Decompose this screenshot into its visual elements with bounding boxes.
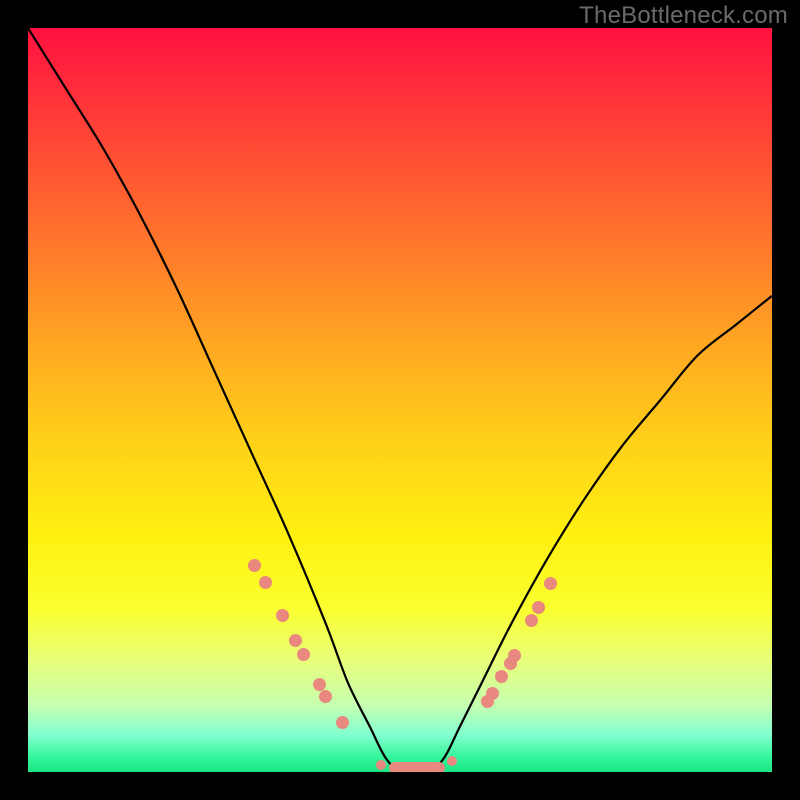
data-marker <box>259 576 272 589</box>
data-marker <box>544 577 557 590</box>
bottleneck-curve <box>28 28 772 772</box>
chart-frame: TheBottleneck.com <box>0 0 800 800</box>
data-marker <box>447 756 457 766</box>
trough-band <box>389 762 445 772</box>
watermark-text: TheBottleneck.com <box>579 2 788 30</box>
data-marker <box>319 690 332 703</box>
plot-area <box>28 28 772 772</box>
data-marker <box>248 559 261 572</box>
data-marker <box>297 648 310 661</box>
data-marker <box>532 601 545 614</box>
